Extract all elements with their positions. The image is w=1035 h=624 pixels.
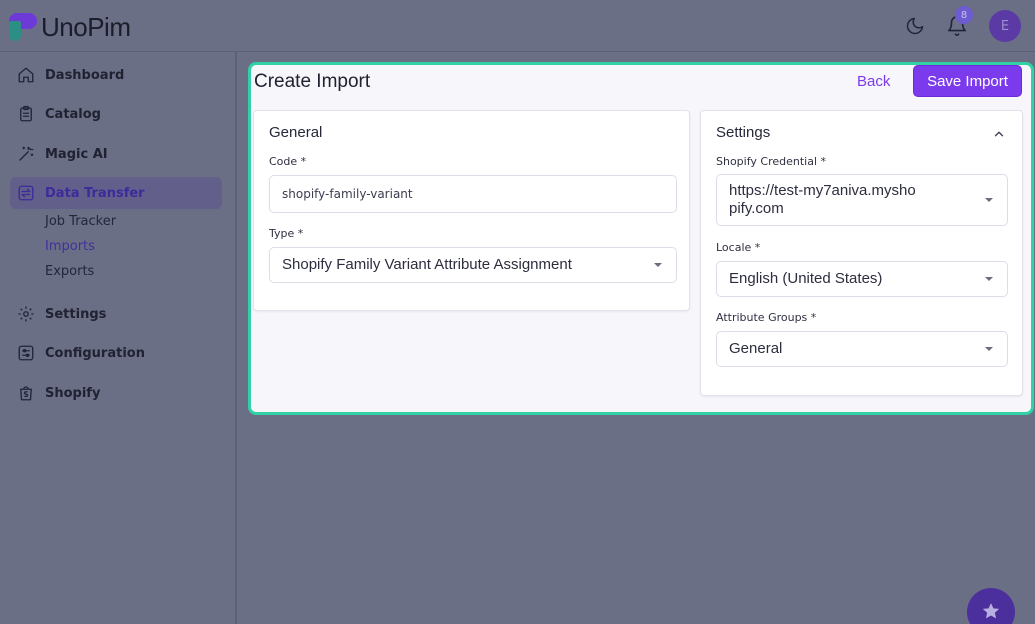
sidebar-item-label: Dashboard <box>45 67 125 83</box>
star-icon <box>982 603 1000 619</box>
caret-down-icon <box>985 277 993 281</box>
sidebar-item-dashboard[interactable]: Dashboard <box>10 59 222 91</box>
sidebar-subitem-exports[interactable]: Exports <box>45 264 94 279</box>
sidebar-item-label: Catalog <box>45 106 101 122</box>
chevron-up-icon[interactable] <box>992 127 1006 141</box>
settings-card: Settings Shopify Credential * https://te… <box>700 110 1023 396</box>
clipboard-icon <box>16 104 36 124</box>
logo[interactable]: UnoPim <box>9 11 131 42</box>
attribute-groups-select[interactable]: General <box>716 331 1008 367</box>
type-select[interactable]: Shopify Family Variant Attribute Assignm… <box>269 247 677 283</box>
back-link[interactable]: Back <box>857 73 890 90</box>
floating-action-button[interactable] <box>967 588 1015 624</box>
sidebar-item-settings[interactable]: Settings <box>10 298 222 330</box>
top-header: UnoPim 8 E <box>0 0 1035 52</box>
shopify-credential-select[interactable]: https://test-my7aniva.myshopify.com <box>716 174 1008 226</box>
type-label: Type * <box>269 227 304 240</box>
sidebar-item-label: Settings <box>45 306 107 322</box>
notification-badge: 8 <box>955 6 973 24</box>
caret-down-icon <box>985 198 993 202</box>
moon-icon <box>906 17 924 35</box>
shopify-credential-label: Shopify Credential * <box>716 155 827 168</box>
page-title: Create Import <box>254 71 371 92</box>
attribute-groups-label: Attribute Groups * <box>716 311 817 324</box>
locale-label: Locale * <box>716 241 761 254</box>
caret-down-icon <box>654 263 662 267</box>
shopify-credential-value: https://test-my7aniva.myshopify.com <box>729 182 916 217</box>
general-card-title: General <box>269 124 323 141</box>
sidebar-item-label: Data Transfer <box>45 185 145 201</box>
sidebar-item-label: Shopify <box>45 385 101 401</box>
dark-mode-toggle[interactable] <box>901 12 929 40</box>
general-card: General Code * shopify-family-variant Ty… <box>253 110 690 311</box>
code-input[interactable]: shopify-family-variant <box>269 175 677 213</box>
sidebar-subitem-imports[interactable]: Imports <box>45 239 95 254</box>
locale-select[interactable]: English (United States) <box>716 261 1008 297</box>
attribute-groups-select-value: General <box>729 340 783 357</box>
sidebar-subitem-job-tracker[interactable]: Job Tracker <box>45 214 116 229</box>
type-select-value: Shopify Family Variant Attribute Assignm… <box>282 256 572 273</box>
save-import-button[interactable]: Save Import <box>913 65 1022 97</box>
shopify-bag-icon <box>16 383 36 403</box>
sidebar-item-catalog[interactable]: Catalog <box>10 98 222 130</box>
create-import-panel: Create Import Back Save Import General C… <box>248 62 1034 415</box>
brand-name: UnoPim <box>41 11 131 42</box>
avatar[interactable]: E <box>989 10 1021 42</box>
sidebar-item-label: Magic AI <box>45 146 108 162</box>
sidebar-item-configuration[interactable]: Configuration <box>10 337 222 369</box>
code-label: Code * <box>269 155 307 168</box>
unopim-logo-icon <box>9 13 37 41</box>
sidebar: Dashboard Catalog Magic AI Data Transfer… <box>0 52 237 624</box>
sliders-icon <box>16 343 36 363</box>
notifications-button[interactable]: 8 <box>943 6 973 40</box>
sidebar-item-data-transfer[interactable]: Data Transfer <box>10 177 222 209</box>
settings-card-title: Settings <box>716 124 771 141</box>
transfer-icon <box>16 183 36 203</box>
gear-icon <box>16 304 36 324</box>
locale-select-value: English (United States) <box>729 270 883 287</box>
sidebar-item-magic-ai[interactable]: Magic AI <box>10 138 222 170</box>
home-icon <box>16 65 36 85</box>
magic-wand-icon <box>16 144 36 164</box>
sidebar-item-label: Configuration <box>45 345 145 361</box>
caret-down-icon <box>985 347 993 351</box>
sidebar-item-shopify[interactable]: Shopify <box>10 377 222 409</box>
